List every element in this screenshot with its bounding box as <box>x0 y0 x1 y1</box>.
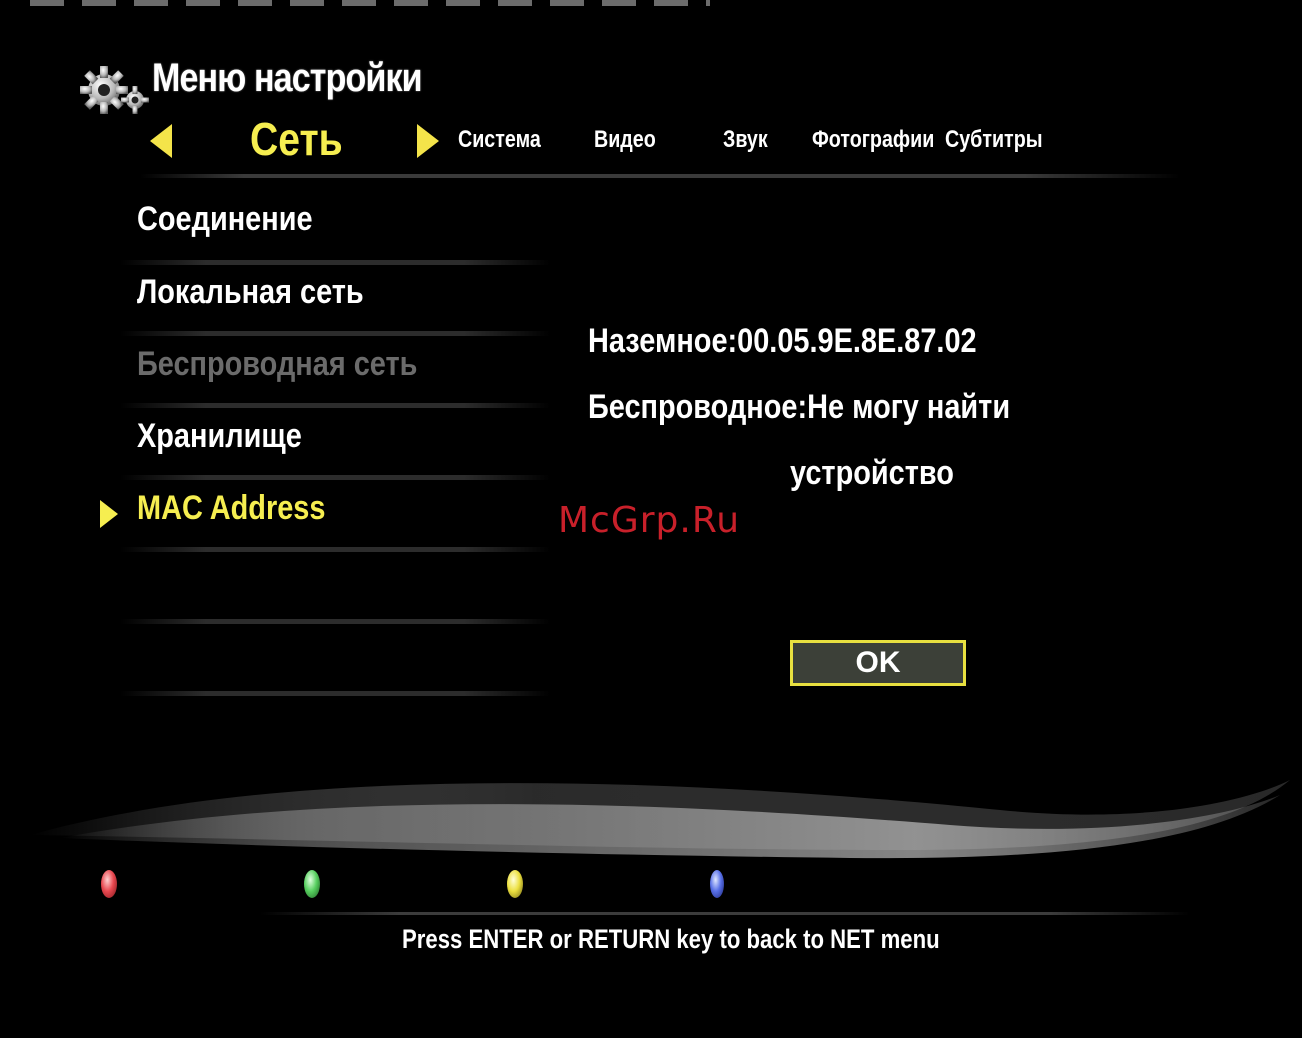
mac-wireless-value: Беспроводное:Не могу найти <box>588 388 1011 426</box>
menu-item-wireless: Беспроводная сеть <box>137 345 418 383</box>
ok-button[interactable]: OK <box>790 640 966 686</box>
tab-next-arrow-icon[interactable] <box>417 124 439 158</box>
menu-divider <box>120 331 550 336</box>
mac-wireless-value-line2: устройство <box>790 454 954 492</box>
menu-divider <box>120 691 550 696</box>
blue-button-icon[interactable] <box>710 870 724 898</box>
footer-divider <box>260 912 1190 915</box>
yellow-button-icon[interactable] <box>507 870 523 898</box>
menu-divider <box>120 475 550 480</box>
menu-divider <box>120 260 550 265</box>
mac-wired-value: Наземное:00.05.9E.8E.87.02 <box>588 322 977 360</box>
settings-screen: Меню настройки Сеть Система Видео Звук Ф… <box>0 0 1302 1038</box>
header-divider <box>140 174 1180 178</box>
menu-item-lan[interactable]: Локальная сеть <box>137 273 364 312</box>
selection-arrow-icon <box>100 500 118 528</box>
gear-icon <box>80 66 149 114</box>
tab-subtitles[interactable]: Субтитры <box>945 126 1043 154</box>
menu-divider <box>120 619 550 624</box>
decorative-wave <box>30 780 1290 859</box>
tab-system[interactable]: Система <box>458 126 541 154</box>
menu-item-connection[interactable]: Соединение <box>137 200 313 239</box>
tab-photos[interactable]: Фотографии <box>812 126 934 154</box>
menu-divider <box>120 403 550 408</box>
menu-item-storage[interactable]: Хранилище <box>137 417 302 456</box>
watermark: McGrp.Ru <box>558 500 741 541</box>
menu-divider <box>120 547 550 552</box>
tab-active-network[interactable]: Сеть <box>250 112 343 166</box>
menu-item-mac-address[interactable]: MAC Address <box>137 489 325 528</box>
green-button-icon[interactable] <box>304 870 320 898</box>
footer-hint: Press ENTER or RETURN key to back to NET… <box>402 924 940 954</box>
tab-prev-arrow-icon[interactable] <box>150 124 172 158</box>
top-edge-dashes <box>30 0 710 6</box>
page-title: Меню настройки <box>152 56 423 100</box>
red-button-icon[interactable] <box>101 870 117 898</box>
tab-video[interactable]: Видео <box>594 126 656 154</box>
tab-audio[interactable]: Звук <box>723 126 768 154</box>
